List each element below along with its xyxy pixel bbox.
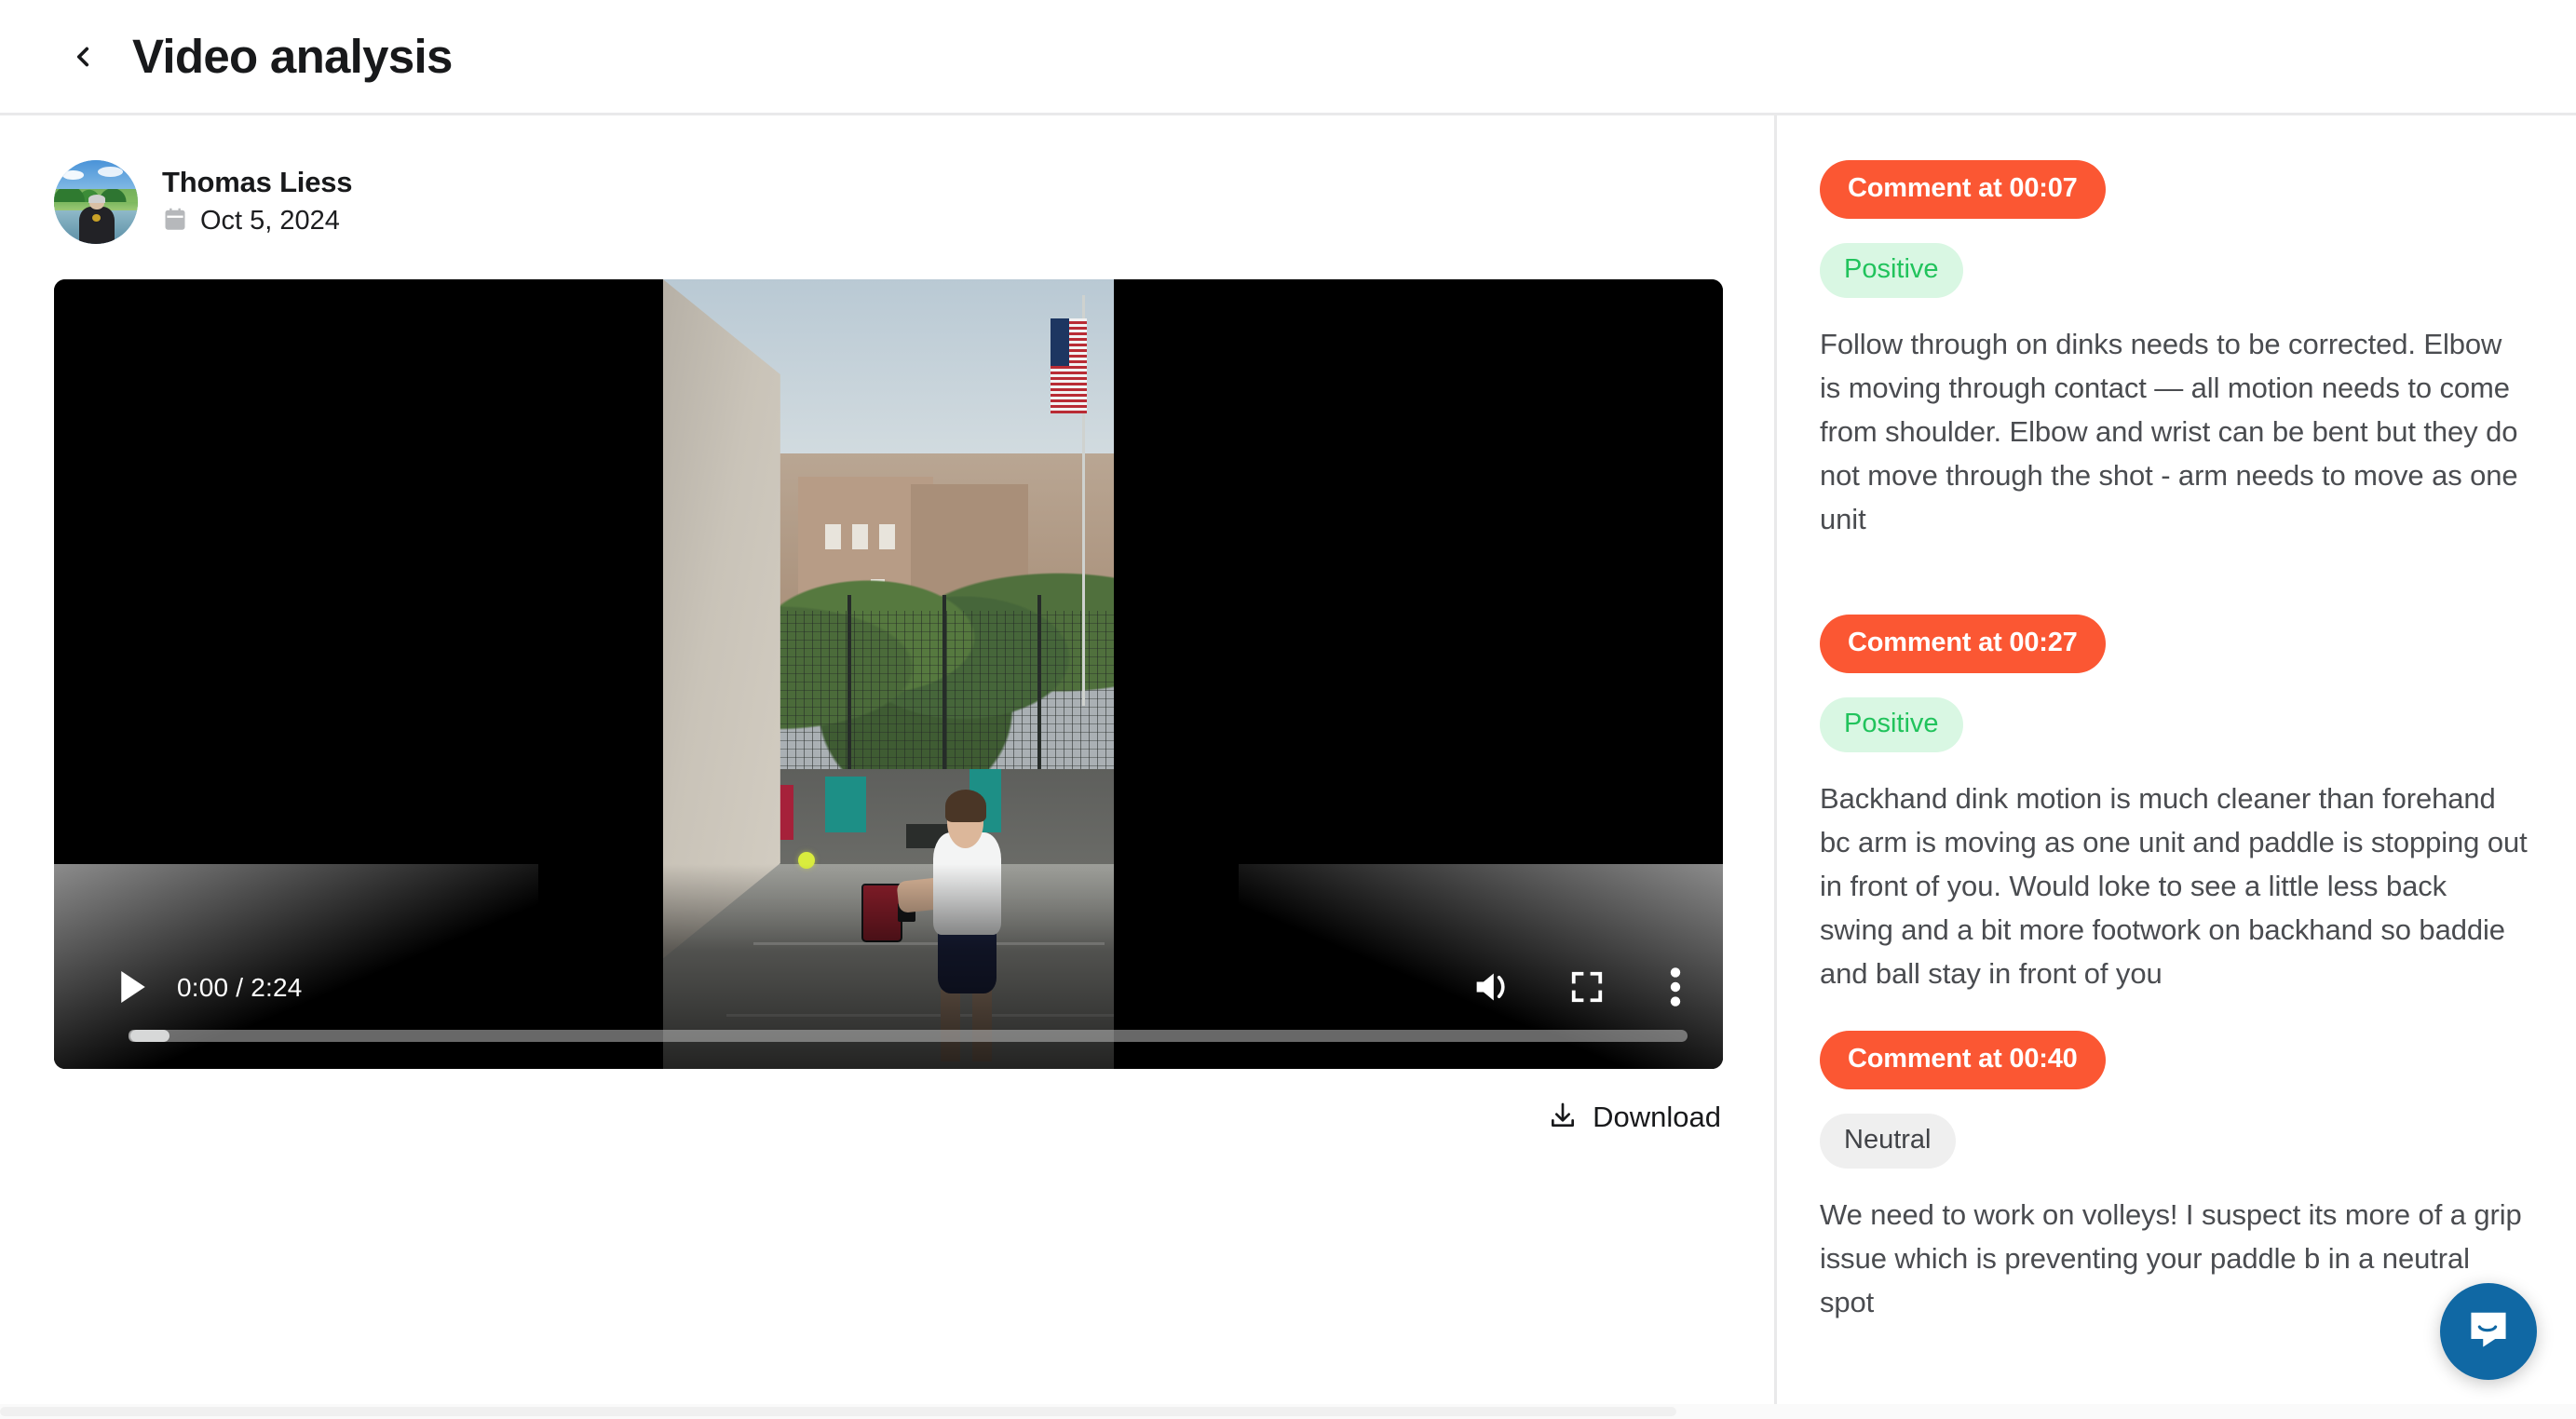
download-row: Download: [54, 1095, 1723, 1139]
back-button[interactable]: [58, 32, 108, 82]
comment-timestamp-badge[interactable]: Comment at 00:40: [1820, 1031, 2106, 1090]
video-time-display: 0:00 / 2:24: [177, 973, 303, 1002]
horizontal-scrollbar-thumb[interactable]: [0, 1407, 1676, 1416]
comment-text: We need to work on volleys! I suspect it…: [1820, 1198, 2522, 1319]
upload-date-row: Oct 5, 2024: [162, 206, 352, 237]
comment-timestamp-badge[interactable]: Comment at 00:27: [1820, 614, 2106, 673]
comment-text: Backhand dink motion is much cleaner tha…: [1820, 781, 2528, 990]
more-options-button[interactable]: [1660, 964, 1691, 1012]
video-progress-thumb[interactable]: [130, 1030, 169, 1042]
video-scene: [663, 279, 1114, 1069]
video-analysis-page: Video analysis Thomas Liess Oct 5, 2024 …: [0, 0, 2576, 1419]
play-icon: [117, 969, 149, 1007]
uploader-row: Thomas Liess Oct 5, 2024: [54, 160, 1720, 244]
comments-pane[interactable]: Comment at 00:07 Positive Follow through…: [1777, 115, 2576, 1419]
sentiment-badge: Neutral: [1820, 1114, 1956, 1169]
uploader-meta: Thomas Liess Oct 5, 2024: [162, 166, 353, 237]
page-body: Thomas Liess Oct 5, 2024 0:00 / 2:24 Dow…: [0, 115, 2576, 1419]
more-vertical-icon: [1669, 966, 1682, 1010]
comment-timestamp-badge[interactable]: Comment at 00:07: [1820, 160, 2106, 219]
upload-date: Oct 5, 2024: [200, 206, 340, 236]
chevron-left-icon: [67, 41, 99, 73]
calendar-icon: [162, 207, 188, 237]
horizontal-scrollbar[interactable]: [0, 1404, 2576, 1419]
fullscreen-button[interactable]: [1565, 966, 1609, 1010]
support-chat-button[interactable]: [2440, 1283, 2537, 1380]
video-pane: Thomas Liess Oct 5, 2024 0:00 / 2:24 Dow…: [0, 115, 1777, 1419]
intercom-chat-icon: [2464, 1305, 2513, 1358]
video-progress-bar[interactable]: [129, 1030, 1688, 1042]
volume-icon: [1471, 968, 1512, 1008]
comment-item: Comment at 00:40 Neutral We need to work…: [1820, 1031, 2528, 1324]
video-controls: 0:00 / 2:24: [54, 959, 1723, 1017]
download-icon: [1548, 1101, 1578, 1133]
page-header: Video analysis: [0, 0, 2576, 115]
comment-item: Comment at 00:27 Positive Backhand dink …: [1820, 614, 2528, 996]
download-label: Download: [1593, 1101, 1721, 1133]
uploader-name: Thomas Liess: [162, 166, 353, 199]
volume-button[interactable]: [1468, 964, 1516, 1012]
fullscreen-icon: [1569, 969, 1605, 1007]
comment-text: Follow through on dinks needs to be corr…: [1820, 328, 2518, 536]
sentiment-badge: Positive: [1820, 243, 1963, 298]
play-button[interactable]: [114, 968, 153, 1007]
avatar: [54, 160, 138, 244]
page-title: Video analysis: [132, 30, 453, 83]
download-button[interactable]: Download: [1546, 1095, 1723, 1139]
video-player[interactable]: 0:00 / 2:24: [54, 279, 1723, 1069]
sentiment-badge: Positive: [1820, 696, 1963, 752]
video-frame: [54, 279, 1723, 1069]
comment-item: Comment at 00:07 Positive Follow through…: [1820, 160, 2528, 542]
